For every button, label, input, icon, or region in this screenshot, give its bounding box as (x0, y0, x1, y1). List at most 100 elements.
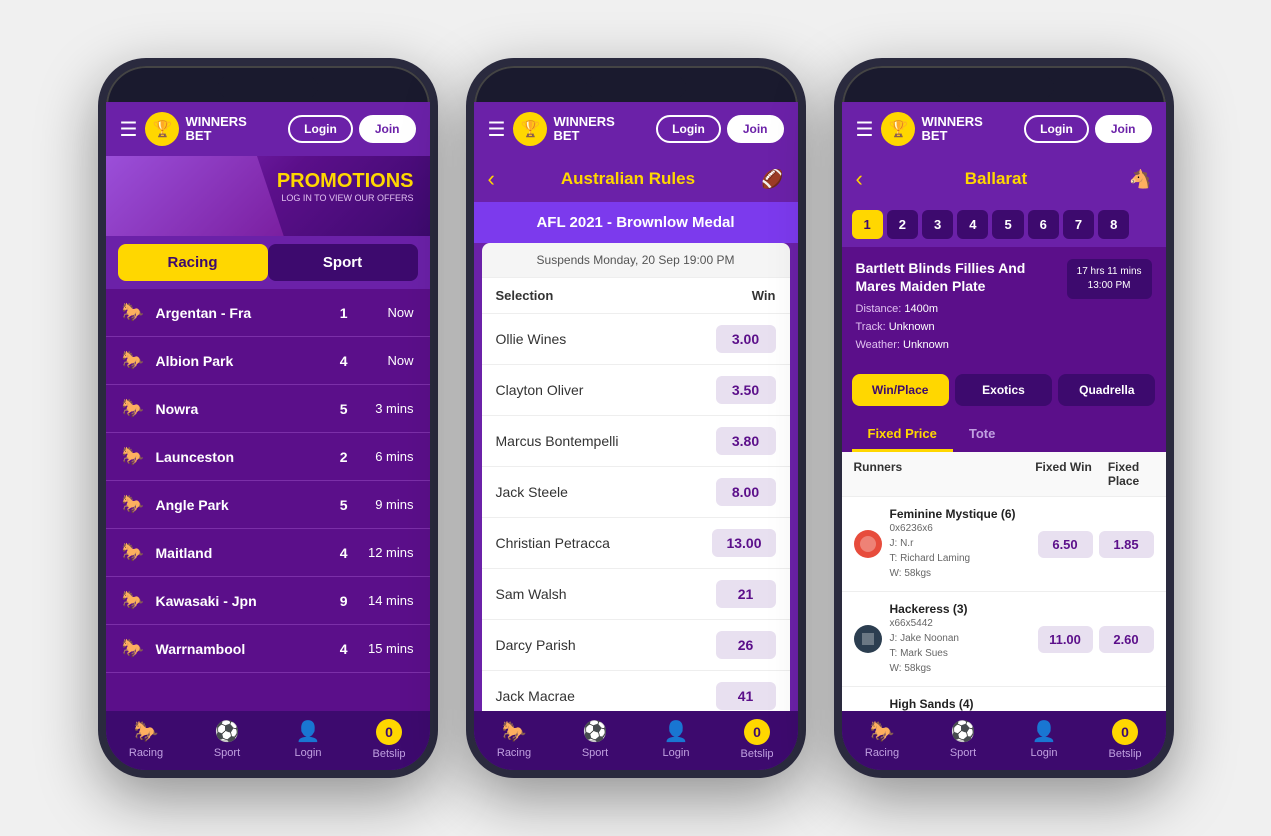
bet-row-2[interactable]: Marcus Bontempelli 3.80 (482, 416, 790, 467)
tab-racing[interactable]: Racing (118, 244, 268, 281)
nav-racing-3[interactable]: 🐎 Racing (842, 719, 923, 760)
hamburger-icon[interactable]: ☰ (120, 117, 138, 142)
nav-login-2[interactable]: 👤 Login (636, 719, 717, 760)
race-details-3: Distance: 1400m Track: Unknown Weather: … (856, 301, 1152, 354)
promo-image (106, 156, 284, 236)
hamburger-icon-3[interactable]: ☰ (856, 117, 874, 142)
track-3: Unknown (889, 321, 935, 333)
race-tab-3[interactable]: 3 (922, 210, 953, 239)
race-time-2: 3 mins (364, 401, 414, 416)
race-tab-5[interactable]: 5 (992, 210, 1023, 239)
runners-panel-3: Runners Fixed Win Fixed Place Feminine M… (842, 452, 1166, 711)
join-button-3[interactable]: Join (1095, 115, 1152, 143)
bet-odds-1[interactable]: 3.50 (716, 376, 776, 404)
race-item-0[interactable]: 🐎 Argentan - Fra 1 Now (106, 289, 430, 337)
bet-row-1[interactable]: Clayton Oliver 3.50 (482, 365, 790, 416)
race-tab-6[interactable]: 6 (1028, 210, 1059, 239)
nav-betslip-label-3: Betslip (1108, 748, 1141, 760)
race-time-0: Now (364, 305, 414, 320)
bet-row-3[interactable]: Jack Steele 8.00 (482, 467, 790, 518)
nav-login-icon-3: 👤 (1032, 719, 1057, 744)
back-button-3[interactable]: ‹ (856, 166, 863, 192)
race-tab-7[interactable]: 7 (1063, 210, 1094, 239)
race-num-2: 5 (340, 401, 348, 417)
race-item-3[interactable]: 🐎 Launceston 2 6 mins (106, 433, 430, 481)
horse-icon-2: 🐎 (122, 398, 146, 419)
bet-row-4[interactable]: Christian Petracca 13.00 (482, 518, 790, 569)
nav-login-1[interactable]: 👤 Login (268, 719, 349, 760)
bet-row-7[interactable]: Jack Macrae 41 (482, 671, 790, 711)
nav-betslip-3[interactable]: 0 Betslip (1085, 719, 1166, 760)
runner-info-0: Feminine Mystique (6) 0x6236x6 J: N.r T:… (890, 507, 1038, 581)
bet-odds-7[interactable]: 41 (716, 682, 776, 710)
race-name-6: Kawasaki - Jpn (156, 593, 340, 609)
bet-odds-5[interactable]: 21 (716, 580, 776, 608)
nav-racing-label-2: Racing (497, 747, 531, 759)
race-num-0: 1 (340, 305, 348, 321)
runner-row-2[interactable]: High Sands (4) 0x0x0x88 J: Lewis German … (842, 687, 1166, 711)
bet-type-win-place[interactable]: Win/Place (852, 374, 949, 406)
bet-type-exotics[interactable]: Exotics (955, 374, 1052, 406)
race-item-4[interactable]: 🐎 Angle Park 5 9 mins (106, 481, 430, 529)
screen-title-3: Ballarat (871, 169, 1121, 189)
price-tab-fixed[interactable]: Fixed Price (852, 418, 953, 452)
horse-icon-1: 🐎 (122, 350, 146, 371)
bet-type-quadrella[interactable]: Quadrella (1058, 374, 1155, 406)
hamburger-icon-2[interactable]: ☰ (488, 117, 506, 142)
login-button-2[interactable]: Login (656, 115, 721, 143)
nav-sport-2[interactable]: ⚽ Sport (555, 719, 636, 760)
nav-racing-2[interactable]: 🐎 Racing (474, 719, 555, 760)
logo-area-2: 🏆 WINNERS BET (513, 112, 648, 146)
race-item-6[interactable]: 🐎 Kawasaki - Jpn 9 14 mins (106, 577, 430, 625)
runner-avatar-0 (854, 530, 882, 558)
promo-banner[interactable]: PROMOTIONS LOG IN TO VIEW OUR OFFERS (106, 156, 430, 236)
race-tab-2[interactable]: 2 (887, 210, 918, 239)
runner-odds-win-0[interactable]: 6.50 (1038, 531, 1093, 558)
logo-area-3: 🏆 WINNERS BET (881, 112, 1016, 146)
bet-odds-3[interactable]: 8.00 (716, 478, 776, 506)
phone-3-screen: ☰ 🏆 WINNERS BET Login Join ‹ Ballarat 🐴 (842, 102, 1166, 770)
logo-area: 🏆 WINNERS BET (145, 112, 280, 146)
join-button-2[interactable]: Join (727, 115, 784, 143)
tab-sport[interactable]: Sport (268, 244, 418, 281)
betting-header-2: Selection Win (482, 278, 790, 314)
bet-row-0[interactable]: Ollie Wines 3.00 (482, 314, 790, 365)
race-tab-8[interactable]: 8 (1098, 210, 1129, 239)
bet-row-6[interactable]: Darcy Parish 26 (482, 620, 790, 671)
runner-row-0[interactable]: Feminine Mystique (6) 0x6236x6 J: N.r T:… (842, 497, 1166, 592)
nav-sport-3[interactable]: ⚽ Sport (923, 719, 1004, 760)
bet-odds-4[interactable]: 13.00 (712, 529, 775, 557)
nav-horse-icon-3: 🐎 (870, 719, 895, 744)
nav-betslip-2[interactable]: 0 Betslip (717, 719, 798, 760)
race-item-1[interactable]: 🐎 Albion Park 4 Now (106, 337, 430, 385)
trophy-icon: 🏆 (145, 112, 179, 146)
runner-odds-place-1[interactable]: 2.60 (1099, 626, 1154, 653)
login-button[interactable]: Login (288, 115, 353, 143)
bet-odds-0[interactable]: 3.00 (716, 325, 776, 353)
runner-odds-place-0[interactable]: 1.85 (1099, 531, 1154, 558)
back-button-2[interactable]: ‹ (488, 166, 495, 192)
nav-sport-icon-2: ⚽ (583, 719, 608, 744)
race-item-5[interactable]: 🐎 Maitland 4 12 mins (106, 529, 430, 577)
bet-row-5[interactable]: Sam Walsh 21 (482, 569, 790, 620)
horse-icon-6: 🐎 (122, 590, 146, 611)
join-button[interactable]: Join (359, 115, 416, 143)
race-item-7[interactable]: 🐎 Warrnambool 4 15 mins (106, 625, 430, 673)
bet-odds-2[interactable]: 3.80 (716, 427, 776, 455)
login-button-3[interactable]: Login (1024, 115, 1089, 143)
phone-2: ☰ 🏆 WINNERS BET Login Join ‹ Australian … (466, 58, 806, 778)
race-name-3: Launceston (156, 449, 340, 465)
price-tab-tote[interactable]: Tote (953, 418, 1011, 452)
runner-odds-win-1[interactable]: 11.00 (1038, 626, 1093, 653)
race-tab-1[interactable]: 1 (852, 210, 883, 239)
nav-login-3[interactable]: 👤 Login (1004, 719, 1085, 760)
nav-racing-1[interactable]: 🐎 Racing (106, 719, 187, 760)
nav-sport-1[interactable]: ⚽ Sport (187, 719, 268, 760)
nav-betslip-1[interactable]: 0 Betslip (349, 719, 430, 760)
nav-login-label-1: Login (295, 747, 322, 759)
race-tab-4[interactable]: 4 (957, 210, 988, 239)
race-item-2[interactable]: 🐎 Nowra 5 3 mins (106, 385, 430, 433)
runner-row-1[interactable]: Hackeress (3) x66x5442 J: Jake Noonan T:… (842, 592, 1166, 687)
nav-login-label-2: Login (663, 747, 690, 759)
bet-odds-6[interactable]: 26 (716, 631, 776, 659)
